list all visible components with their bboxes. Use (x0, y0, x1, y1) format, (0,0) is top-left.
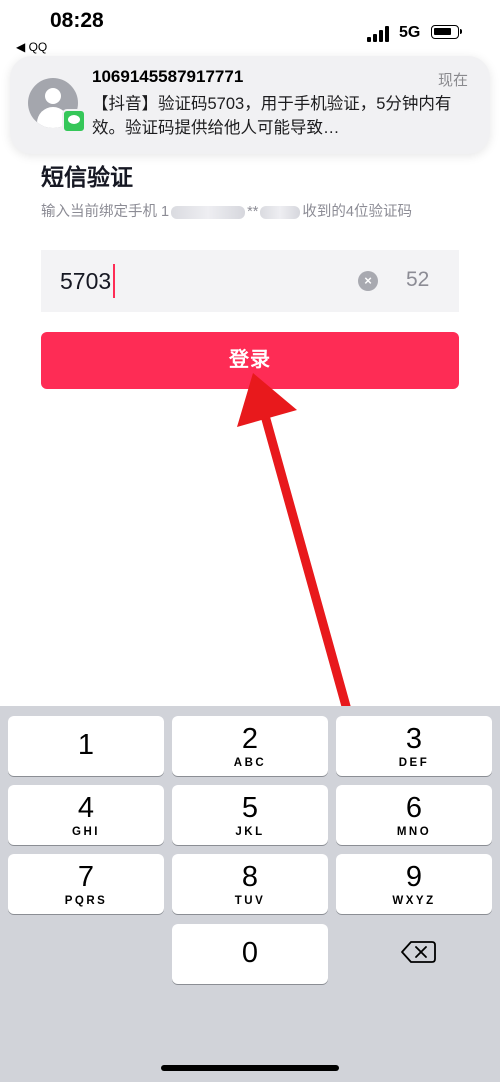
delete-key[interactable] (336, 924, 492, 984)
key-7[interactable]: 7 PQRS (8, 854, 164, 914)
key-letters: TUV (234, 895, 266, 907)
key-letters: DEF (398, 757, 430, 769)
key-5[interactable]: 5 JKL (172, 785, 328, 845)
notification-time: 现在 (437, 72, 468, 89)
subtitle-mask: ** (247, 204, 259, 220)
status-bar: 08:28 ◀ QQ 5G (0, 0, 500, 54)
notification-body: 【抖音】验证码5703，用于手机验证，5分钟内有效。验证码提供给他人可能导致… (92, 95, 452, 137)
key-digit: 9 (405, 861, 423, 893)
verification-code-field[interactable]: 5703 (41, 250, 459, 312)
key-digit: 0 (241, 937, 259, 969)
key-letters: ABC (233, 757, 267, 769)
key-digit: 4 (77, 792, 95, 824)
key-6[interactable]: 6 MNO (336, 785, 492, 845)
page-subtitle: 输入当前绑定手机 1 ** 收到的4位验证码 (41, 200, 412, 221)
text-caret (113, 264, 115, 298)
key-digit: 5 (241, 792, 259, 824)
key-letters: MNO (396, 826, 432, 838)
subtitle-prefix: 输入当前绑定手机 1 (41, 204, 170, 220)
masked-phone-number (171, 205, 246, 219)
key-4[interactable]: 4 GHI (8, 785, 164, 845)
sms-notification-banner[interactable]: 1069145587917771 现在 【抖音】验证码5703，用于手机验证，5… (10, 56, 490, 154)
key-2[interactable]: 2 ABC (172, 716, 328, 776)
network-type: 5G (399, 24, 421, 41)
key-digit: 6 (405, 792, 423, 824)
login-button[interactable]: 登录 (41, 332, 459, 389)
key-3[interactable]: 3 DEF (336, 716, 492, 776)
key-digit: 8 (241, 861, 259, 893)
notification-sender: 1069145587917771 (92, 67, 244, 86)
key-9[interactable]: 9 WXYZ (336, 854, 492, 914)
key-digit: 7 (77, 861, 95, 893)
key-8[interactable]: 8 TUV (172, 854, 328, 914)
subtitle-suffix: 收到的4位验证码 (302, 204, 412, 220)
key-letters: JKL (235, 826, 265, 838)
key-digit: 2 (241, 723, 259, 755)
status-time: 08:28 (50, 9, 104, 32)
page-title: 短信验证 (41, 164, 133, 190)
battery-icon (431, 25, 462, 39)
messages-icon (62, 109, 86, 133)
masked-phone-number-tail (260, 205, 301, 219)
key-digit: 1 (77, 729, 95, 761)
key-1[interactable]: 1 (8, 716, 164, 776)
key-letters: WXYZ (392, 895, 436, 907)
backspace-icon (401, 941, 436, 963)
clear-circle-icon[interactable]: × (358, 271, 378, 291)
key-letters: PQRS (64, 895, 108, 907)
home-indicator[interactable] (161, 1065, 339, 1071)
key-0[interactable]: 0 (172, 924, 328, 984)
verification-code-input[interactable]: 5703 (60, 250, 111, 312)
cellular-signal-icon (367, 26, 391, 42)
resend-countdown: 52 (406, 268, 430, 291)
back-to-app-link[interactable]: ◀ QQ (16, 40, 47, 54)
key-letters: GHI (72, 826, 100, 838)
key-digit: 3 (405, 723, 423, 755)
